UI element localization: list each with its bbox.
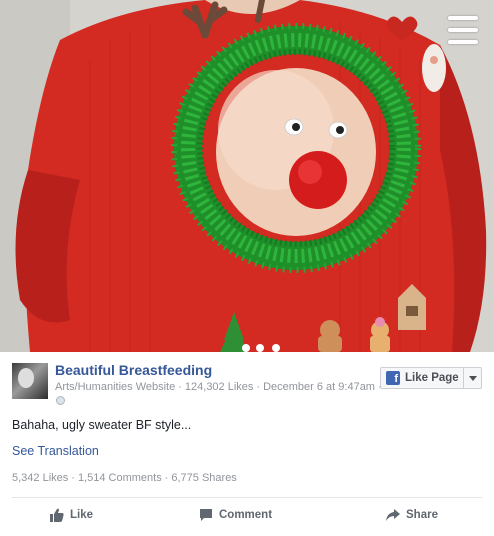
facebook-post: Beautiful Breastfeeding Arts/Humanities …: [0, 352, 494, 536]
chevron-down-icon: [468, 375, 477, 381]
like-page-button[interactable]: f Like Page: [380, 367, 482, 389]
actions-divider: [12, 497, 482, 498]
page-category: Arts/Humanities Website: [55, 381, 176, 393]
menu-icon-bar: [448, 28, 478, 32]
post-photo[interactable]: [0, 0, 494, 352]
likes-count-link[interactable]: 5,342 Likes: [12, 472, 68, 484]
like-page-label: Like Page: [405, 372, 459, 384]
shares-count-link[interactable]: 6,775 Shares: [171, 472, 236, 484]
see-translation-link[interactable]: See Translation: [12, 444, 99, 458]
share-icon: [386, 509, 400, 521]
comment-button[interactable]: Comment: [199, 504, 272, 526]
post-date-link[interactable]: December 6 at 9:47am: [263, 381, 375, 393]
meta-separator: ·: [256, 381, 261, 393]
comment-label: Comment: [219, 509, 273, 521]
stats-separator: ·: [71, 472, 75, 484]
post-text: Bahaha, ugly sweater BF style...: [12, 418, 192, 432]
stats-separator: ·: [164, 472, 169, 484]
like-page-dropdown[interactable]: [463, 368, 481, 388]
page-likes-count: 124,302 Likes: [184, 381, 254, 393]
like-button[interactable]: Like: [50, 504, 93, 526]
page-name-link[interactable]: Beautiful Breastfeeding: [55, 362, 212, 378]
comments-count-link[interactable]: 1,514 Comments: [78, 472, 162, 484]
meta-separator: ·: [178, 381, 182, 393]
thumbs-up-icon: [50, 508, 64, 522]
globe-icon: [56, 396, 65, 405]
ugly-sweater-image: [0, 0, 494, 352]
post-meta: Arts/Humanities Website · 124,302 Likes · De…: [55, 381, 385, 393]
menu-icon-bar: [448, 16, 478, 20]
like-label: Like: [70, 509, 94, 521]
page-avatar[interactable]: [12, 363, 48, 399]
menu-icon[interactable]: [448, 16, 478, 44]
share-button[interactable]: Share: [386, 504, 438, 526]
post-actions: Like Comment Share: [0, 504, 494, 528]
like-page-main[interactable]: f Like Page: [381, 368, 463, 388]
share-label: Share: [406, 509, 438, 521]
post-stats: 5,342 Likes · 1,514 Comments · 6,775 Shares: [12, 472, 237, 484]
facebook-icon: f: [386, 371, 400, 385]
comment-icon: [200, 509, 212, 521]
menu-icon-bar: [448, 40, 478, 44]
